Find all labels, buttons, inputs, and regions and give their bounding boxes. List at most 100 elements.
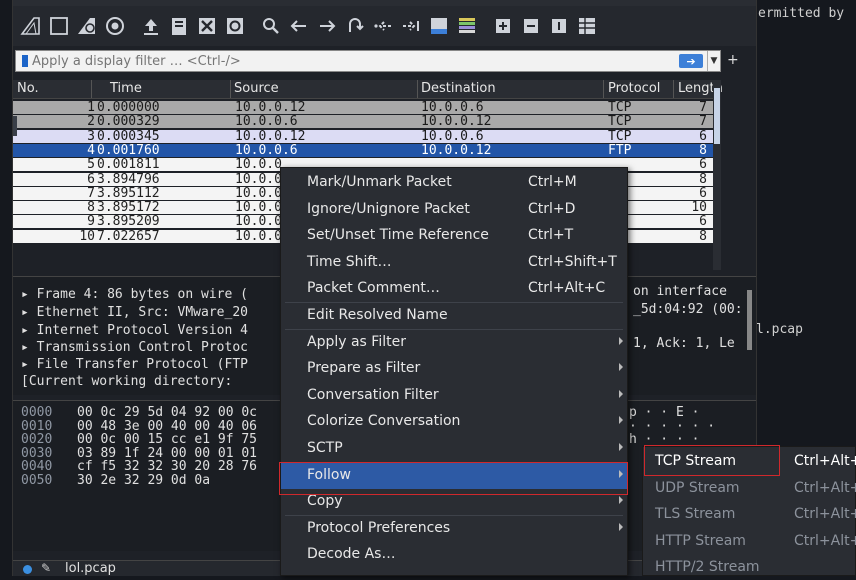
packet-no: 10 <box>79 228 95 244</box>
detail-tcp[interactable]: ▸ Transmission Control Protoc <box>21 340 248 355</box>
packet-row[interactable]: 3 0.000345 10.0.0.12 10.0.0.6 TCP 6 <box>13 128 713 144</box>
detail-ip[interactable]: ▸ Internet Protocol Version 4 <box>21 323 248 338</box>
edit-comment-icon[interactable]: ✎ <box>41 561 51 575</box>
go-to-packet-icon[interactable] <box>343 13 367 39</box>
packet-time: 7.022657 <box>97 228 160 244</box>
packet-no: 9 <box>87 214 95 230</box>
bookmark-icon[interactable] <box>22 55 28 67</box>
packet-length: 7 <box>699 100 707 115</box>
close-file-icon[interactable] <box>195 13 219 39</box>
reload-icon[interactable] <box>223 13 247 39</box>
back-arrow-icon[interactable] <box>287 13 311 39</box>
menu-item-time-shift[interactable]: Time Shift… Ctrl+Shift+T <box>281 250 627 276</box>
apply-filter-arrow-icon[interactable]: ➔ <box>679 54 703 68</box>
menu-item-mark-unmark-packet[interactable]: Mark/Unmark Packet Ctrl+M <box>281 170 627 196</box>
follow-tls-stream[interactable]: TLS Stream Ctrl+Alt+ <box>643 501 856 527</box>
packet-protocol: FTP <box>608 142 632 158</box>
menu-item-sctp[interactable]: SCTP <box>281 436 627 462</box>
column-no[interactable]: No. <box>17 81 39 96</box>
search-icon[interactable] <box>259 13 283 39</box>
column-time[interactable]: Time <box>110 81 142 96</box>
stop-icon[interactable] <box>47 13 71 39</box>
packet-time: 0.001811 <box>97 157 160 173</box>
hex-ascii[interactable]: h · · · · <box>629 432 699 447</box>
packet-time: 0.000345 <box>97 128 160 144</box>
packet-length: 10 <box>691 200 707 216</box>
column-destination[interactable]: Destination <box>421 81 496 96</box>
menu-item-copy[interactable]: Copy <box>281 489 627 515</box>
packet-row[interactable]: 1 0.000000 10.0.0.12 10.0.0.6 TCP 7 <box>13 101 713 114</box>
menu-item-edit-resolved-name[interactable]: Edit Resolved Name <box>281 303 627 329</box>
menu-item-protocol-preferences[interactable]: Protocol Preferences <box>281 516 627 542</box>
menu-item-apply-as-filter[interactable]: Apply as Filter <box>281 330 627 356</box>
column-protocol[interactable]: Protocol <box>608 81 660 96</box>
submenu-item-shortcut: Ctrl+Alt+ <box>794 532 856 549</box>
menu-item-conversation-filter[interactable]: Conversation Filter <box>281 383 627 409</box>
zoom-in-icon[interactable] <box>491 13 515 39</box>
options-gear-icon[interactable] <box>103 13 127 39</box>
open-file-icon[interactable] <box>139 13 163 39</box>
colorize-icon[interactable] <box>455 13 479 39</box>
menu-item-label: Follow <box>307 466 351 483</box>
details-scrollbar[interactable] <box>747 290 752 350</box>
follow-tcp-stream[interactable]: TCP Stream Ctrl+Alt+ <box>643 448 856 474</box>
detail-cwd[interactable]: [Current working directory: <box>21 374 232 389</box>
menu-item-label: Set/Unset Time Reference <box>307 227 489 244</box>
shark-fin-icon[interactable] <box>19 13 43 39</box>
packet-length: 8 <box>699 142 707 158</box>
submenu-item-label: TCP Stream <box>655 453 737 469</box>
menu-item-prepare-as-filter[interactable]: Prepare as Filter <box>281 356 627 382</box>
normal-size-icon[interactable] <box>547 13 571 39</box>
restart-icon[interactable] <box>75 13 99 39</box>
packet-length: 6 <box>699 185 707 201</box>
menu-item-label: Ignore/Unignore Packet <box>307 200 470 217</box>
detail-ftp[interactable]: ▸ File Transfer Protocol (FTP <box>21 357 248 372</box>
follow-udp-stream[interactable]: UDP Stream Ctrl+Alt+ <box>643 475 856 501</box>
menu-item-label: Time Shift… <box>307 253 392 270</box>
menu-item-label: Apply as Filter <box>307 333 406 350</box>
expert-info-icon[interactable] <box>23 565 32 574</box>
packet-destination: 10.0.0.12 <box>421 142 492 158</box>
menu-item-label: Mark/Unmark Packet <box>307 174 452 190</box>
display-filter-bar[interactable]: ➔ ▼ <box>15 50 721 72</box>
menu-item-packet-comment[interactable]: Packet Comment… Ctrl+Alt+C <box>281 276 627 302</box>
menu-item-decode-as[interactable]: Decode As… <box>281 542 627 568</box>
detail-ethernet[interactable]: ▸ Ethernet II, Src: VMware_20 <box>21 305 248 320</box>
packet-no: 3 <box>87 128 95 144</box>
detail-frame[interactable]: ▸ Frame 4: 86 bytes on wire ( <box>21 287 248 302</box>
packet-list-scrollbar[interactable] <box>713 80 721 270</box>
menu-item-colorize-conversation[interactable]: Colorize Conversation <box>281 409 627 435</box>
submenu-arrow-icon <box>619 416 623 425</box>
packet-no: 5 <box>87 157 95 173</box>
packet-source: 10.0.0 <box>235 185 282 201</box>
display-filter-input[interactable] <box>32 53 679 69</box>
add-filter-button-icon[interactable]: + <box>727 52 739 68</box>
submenu-item-label: HTTP/2 Stream <box>655 559 760 575</box>
packet-row[interactable]: 2 0.000329 10.0.0.6 10.0.0.12 TCP 7 <box>13 114 713 130</box>
menu-item-label: Edit Resolved Name <box>307 307 448 323</box>
packet-time: 0.001760 <box>97 142 160 158</box>
packet-no: 7 <box>87 185 95 201</box>
submenu-item-shortcut: Ctrl+Alt+ <box>794 453 856 469</box>
packet-time: 3.895209 <box>97 214 160 230</box>
resize-columns-icon[interactable] <box>575 13 599 39</box>
packet-source: 10.0.0 <box>235 171 282 187</box>
capture-file-name: lol.pcap <box>65 561 116 576</box>
packet-row[interactable]: 4 0.001760 10.0.0.6 10.0.0.12 FTP 8 <box>13 142 713 158</box>
follow-http-stream[interactable]: HTTP Stream Ctrl+Alt+ <box>643 528 856 554</box>
menu-item-set-unset-time-reference[interactable]: Set/Unset Time Reference Ctrl+T <box>281 223 627 249</box>
menu-item-follow[interactable]: Follow <box>281 462 627 489</box>
follow-http-2-stream[interactable]: HTTP/2 Stream <box>643 554 856 580</box>
first-packet-icon[interactable] <box>371 13 395 39</box>
forward-arrow-icon[interactable] <box>315 13 339 39</box>
save-file-icon[interactable] <box>167 13 191 39</box>
packet-protocol: TCP <box>608 128 632 144</box>
last-packet-icon[interactable] <box>399 13 423 39</box>
zoom-out-icon[interactable] <box>519 13 543 39</box>
menu-item-ignore-unignore-packet[interactable]: Ignore/Unignore Packet Ctrl+D <box>281 197 627 223</box>
packet-source: 10.0.0.6 <box>235 114 298 130</box>
filter-history-dropdown-icon[interactable]: ▼ <box>707 51 720 71</box>
autoscroll-icon[interactable] <box>427 13 451 39</box>
column-source[interactable]: Source <box>234 81 279 96</box>
hex-bytes[interactable]: 30 2e 32 29 0d 0a <box>77 473 210 488</box>
